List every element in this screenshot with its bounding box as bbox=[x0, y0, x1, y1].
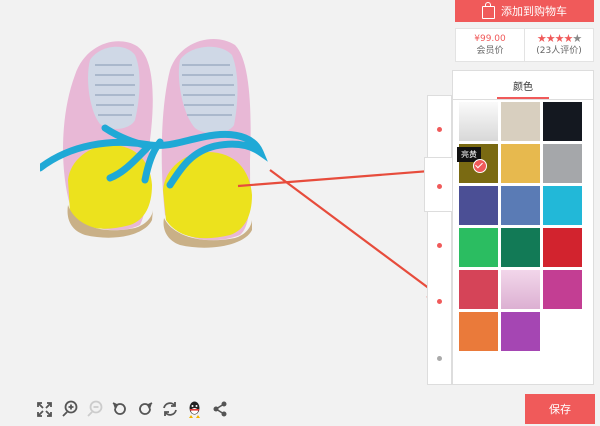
color-swatch-rose[interactable] bbox=[459, 270, 498, 309]
qq-icon[interactable] bbox=[185, 400, 204, 419]
color-swatch-dark-green[interactable] bbox=[501, 228, 540, 267]
view-indicator-strip bbox=[427, 95, 452, 385]
shopping-bag-icon bbox=[482, 1, 495, 19]
zoom-out-icon[interactable] bbox=[85, 400, 104, 419]
rotate-left-icon[interactable] bbox=[110, 400, 129, 419]
color-swatch-orange[interactable] bbox=[459, 312, 498, 351]
color-swatch-magenta[interactable] bbox=[543, 270, 582, 309]
color-swatch-indigo[interactable] bbox=[459, 186, 498, 225]
star-icon: ★ bbox=[572, 32, 582, 45]
refresh-icon[interactable] bbox=[160, 400, 179, 419]
color-swatch-black[interactable] bbox=[543, 102, 582, 141]
color-swatch-green[interactable] bbox=[459, 228, 498, 267]
star-icon: ★ bbox=[563, 32, 573, 45]
view-dot-active bbox=[437, 184, 442, 189]
star-rating: ★★★★★ bbox=[536, 32, 582, 45]
save-button[interactable]: 保存 bbox=[525, 394, 595, 424]
zoom-in-icon[interactable] bbox=[60, 400, 79, 419]
view-dot-active-tab[interactable] bbox=[424, 157, 454, 212]
editor-canvas: 添加到购物车 ¥99.00 会员价 ★★★★★ (23人评价) 颜色 亮黄 保存 bbox=[0, 0, 600, 426]
bottom-toolbar bbox=[35, 398, 229, 420]
color-swatch-gray[interactable] bbox=[543, 144, 582, 183]
rating-cell[interactable]: ★★★★★ (23人评价) bbox=[524, 29, 593, 61]
add-to-cart-label: 添加到购物车 bbox=[501, 5, 567, 18]
fullscreen-icon[interactable] bbox=[35, 400, 54, 419]
color-swatch-gold[interactable] bbox=[501, 144, 540, 183]
view-dot[interactable] bbox=[437, 127, 442, 132]
color-swatch-white[interactable] bbox=[459, 102, 498, 141]
share-icon[interactable] bbox=[210, 400, 229, 419]
color-swatch-steel-blue[interactable] bbox=[501, 186, 540, 225]
member-price: ¥99.00 bbox=[474, 34, 506, 44]
tab-divider bbox=[453, 99, 593, 100]
arrow-to-strip bbox=[269, 169, 446, 301]
color-swatch-light-pink[interactable] bbox=[501, 270, 540, 309]
price-rating-box: ¥99.00 会员价 ★★★★★ (23人评价) bbox=[455, 28, 594, 62]
view-dot[interactable] bbox=[437, 299, 442, 304]
review-count: (23人评价) bbox=[536, 46, 582, 56]
view-dot[interactable] bbox=[437, 356, 442, 361]
add-to-cart-button[interactable]: 添加到购物车 bbox=[455, 0, 594, 22]
tab-color[interactable]: 颜色 bbox=[453, 71, 593, 99]
color-swatch-red[interactable] bbox=[543, 228, 582, 267]
price-cell: ¥99.00 会员价 bbox=[456, 29, 524, 61]
view-dot[interactable] bbox=[437, 243, 442, 248]
color-swatch-cyan[interactable] bbox=[543, 186, 582, 225]
member-price-caption: 会员价 bbox=[476, 46, 504, 56]
star-icon: ★ bbox=[536, 32, 547, 45]
color-swatch-purple[interactable] bbox=[501, 312, 540, 351]
selected-check-icon bbox=[473, 159, 487, 173]
color-swatch-beige[interactable] bbox=[501, 102, 540, 141]
star-icon: ★ bbox=[545, 32, 556, 45]
undo-icon[interactable] bbox=[135, 400, 154, 419]
